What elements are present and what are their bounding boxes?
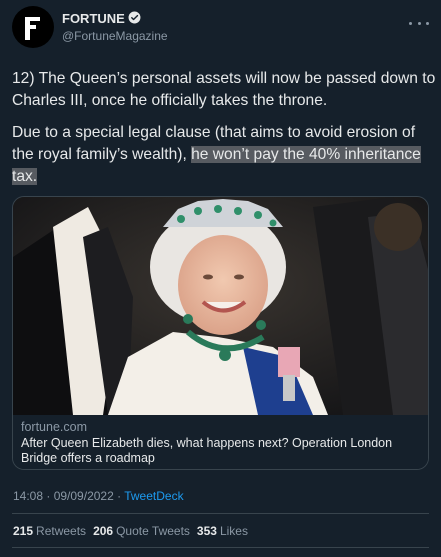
author-display-row[interactable]: FORTUNE — [62, 11, 168, 28]
queen-photo-illustration — [13, 197, 428, 415]
tweet-paragraph-1: 12) The Queen’s personal assets will now… — [12, 70, 436, 109]
tweet-time[interactable]: 14:08 — [13, 489, 43, 503]
quotes-count: 206 — [93, 524, 114, 538]
tweet[interactable]: FORTUNE @FortuneMagazine 12) The Queen’s… — [0, 0, 441, 557]
link-card-domain: fortune.com — [21, 420, 88, 434]
tweet-paragraph-2: Due to a special legal clause (that aims… — [12, 122, 436, 188]
tweet-text: 12) The Queen’s personal assets will now… — [12, 68, 436, 188]
divider-bottom — [12, 547, 429, 548]
avatar[interactable] — [12, 6, 54, 48]
retweets-label: Retweets — [36, 524, 87, 538]
likes-stat[interactable]: 353 Likes — [197, 523, 248, 539]
quote-tweets-stat[interactable]: 206 Quote Tweets — [93, 523, 190, 539]
author-handle[interactable]: @FortuneMagazine — [62, 29, 168, 44]
link-card-title: After Queen Elizabeth dies, what happens… — [21, 436, 393, 465]
author-names: FORTUNE @FortuneMagazine — [62, 11, 168, 44]
link-card-meta: fortune.com After Queen Elizabeth dies, … — [13, 415, 428, 469]
tweet-source-link[interactable]: TweetDeck — [124, 489, 183, 503]
tweet-header: FORTUNE @FortuneMagazine — [12, 5, 168, 49]
retweets-count: 215 — [13, 524, 34, 538]
meta-separator-2: · — [113, 489, 125, 503]
verified-badge-icon — [128, 11, 141, 28]
fortune-logo-icon — [25, 17, 40, 40]
author-display-name[interactable]: FORTUNE — [62, 11, 125, 27]
divider — [12, 513, 429, 514]
tweet-date[interactable]: 09/09/2022 — [54, 489, 114, 503]
link-card[interactable]: fortune.com After Queen Elizabeth dies, … — [12, 196, 429, 470]
likes-label: Likes — [219, 524, 248, 538]
quotes-label: Quote Tweets — [116, 524, 190, 538]
link-card-image[interactable] — [13, 197, 428, 415]
likes-count: 353 — [196, 524, 217, 538]
meta-separator: · — [43, 489, 54, 503]
more-options-icon[interactable] — [409, 15, 429, 31]
timestamp-row: 14:08 · 09/09/2022 · TweetDeck — [13, 488, 184, 504]
retweets-stat[interactable]: 215 Retweets — [13, 523, 86, 539]
engagement-stats: 215 Retweets 206 Quote Tweets 353 Likes — [13, 523, 255, 539]
